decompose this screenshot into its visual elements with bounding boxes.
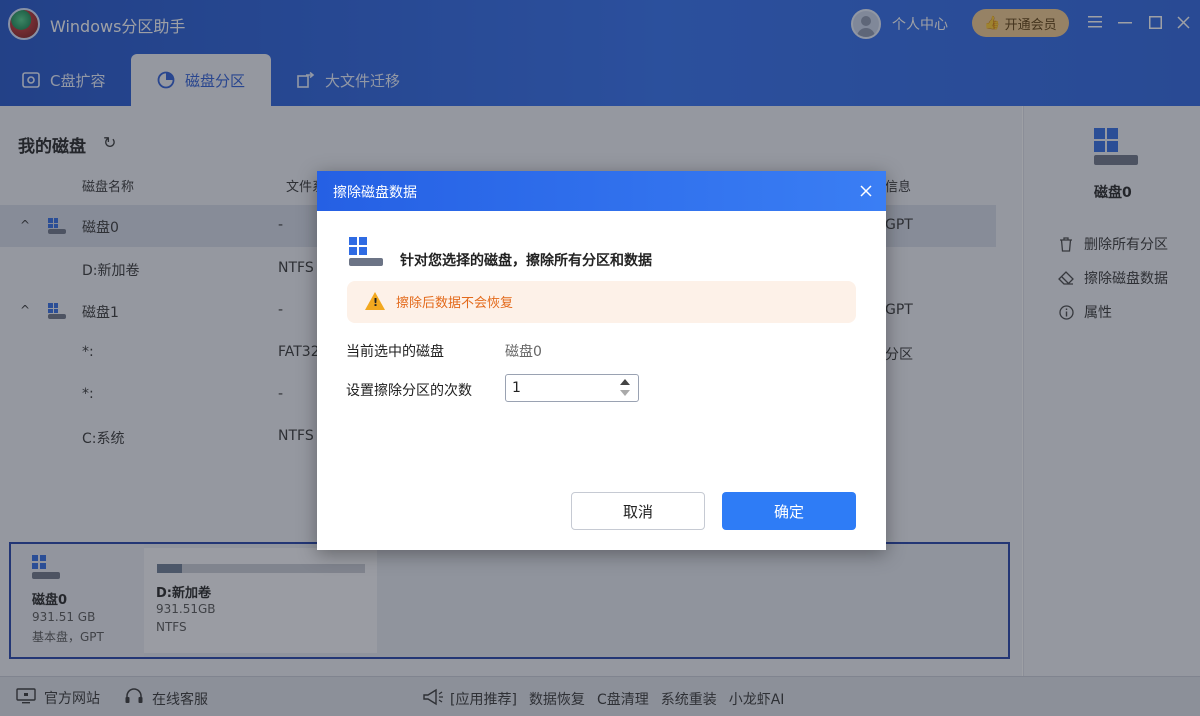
selected-disk-label: 当前选中的磁盘	[346, 344, 444, 360]
warning-text: 擦除后数据不会恢复	[396, 296, 514, 311]
wipe-times-stepper[interactable]	[505, 374, 639, 402]
decrement-icon[interactable]	[620, 390, 630, 396]
dialog-title: 擦除磁盘数据	[333, 185, 417, 201]
dialog-description: 针对您选择的磁盘，擦除所有分区和数据	[400, 253, 652, 269]
dialog-close-icon[interactable]	[855, 180, 877, 202]
warning-icon: !	[365, 292, 385, 310]
confirm-button[interactable]: 确定	[722, 492, 856, 530]
increment-icon[interactable]	[620, 379, 630, 385]
wipe-times-input[interactable]	[512, 379, 612, 397]
wipe-disk-dialog: 擦除磁盘数据 针对您选择的磁盘，擦除所有分区和数据 ! 擦除后数据不会恢复 当前…	[317, 171, 886, 550]
cancel-button[interactable]: 取消	[571, 492, 705, 530]
wipe-times-label: 设置擦除分区的次数	[346, 383, 472, 399]
selected-disk-value: 磁盘0	[505, 344, 542, 360]
